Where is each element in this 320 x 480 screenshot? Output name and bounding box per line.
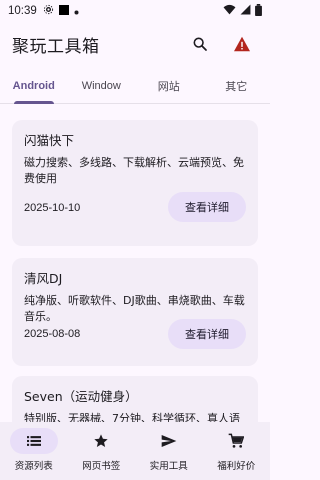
app-notification-icon (58, 4, 69, 18)
app-bar: 聚玩工具箱 (0, 26, 270, 62)
status-icons-left (43, 4, 79, 18)
nav-label: 福利好价 (217, 461, 256, 472)
dot-icon (74, 5, 79, 18)
card-title: 清风DJ (24, 271, 63, 286)
app-actions (188, 32, 258, 56)
battery-icon (255, 3, 262, 19)
tab-window[interactable]: Window (68, 68, 136, 103)
tab-website[interactable]: 网站 (135, 68, 203, 103)
tab-android[interactable]: Android (0, 68, 68, 103)
star-icon (77, 428, 125, 454)
card-description: 磁力搜索、多线路、下载解析、云端预览、免费使用 (24, 156, 244, 185)
status-time: 10:39 (8, 5, 37, 17)
list-item[interactable]: 闪猫快下 磁力搜索、多线路、下载解析、云端预览、免费使用 2025-10-10 … (12, 120, 258, 246)
list-item[interactable]: Seven（运动健身） 特别版、无器械、7分钟、科学循环、真人语 (12, 376, 258, 422)
nav-deals[interactable]: 福利好价 (203, 422, 271, 480)
status-bar: 10:39 (0, 0, 270, 22)
card-date: 2025-08-08 (24, 328, 81, 340)
resource-list[interactable]: 闪猫快下 磁力搜索、多线路、下载解析、云端预览、免费使用 2025-10-10 … (0, 104, 270, 422)
view-details-button[interactable]: 查看详细 (168, 192, 246, 222)
card-title: 闪猫快下 (24, 133, 75, 148)
list-item[interactable]: 清风DJ 纯净版、听歌软件、DJ歌曲、串烧歌曲、车载音乐。 2025-08-08… (12, 258, 258, 366)
tab-other[interactable]: 其它 (203, 68, 271, 103)
nav-resource-list[interactable]: 资源列表 (0, 422, 68, 480)
warning-button[interactable] (230, 32, 254, 56)
settings-icon (43, 4, 54, 18)
nav-tools[interactable]: 实用工具 (135, 422, 203, 480)
card-title: Seven（运动健身） (24, 389, 138, 404)
view-details-button[interactable]: 查看详细 (168, 319, 246, 349)
bottom-nav: 资源列表 网页书签 实用工具 福利好价 (0, 422, 270, 480)
search-icon (193, 37, 207, 51)
card-date: 2025-10-10 (24, 202, 81, 214)
nav-bookmarks[interactable]: 网页书签 (68, 422, 136, 480)
nav-label: 实用工具 (149, 461, 188, 472)
app-title: 聚玩工具箱 (12, 36, 100, 57)
list-icon (9, 428, 58, 454)
signal-icon (240, 4, 251, 18)
send-icon (145, 428, 193, 454)
tab-bar: Android Window 网站 其它 (0, 68, 270, 104)
status-icons-right (223, 3, 262, 19)
search-button[interactable] (188, 32, 212, 56)
warning-icon (234, 36, 250, 52)
cart-icon (212, 428, 260, 454)
card-description: 特别版、无器械、7分钟、科学循环、真人语 (24, 412, 240, 422)
nav-label: 网页书签 (82, 461, 121, 472)
wifi-icon (223, 4, 236, 18)
nav-label: 资源列表 (14, 461, 53, 472)
